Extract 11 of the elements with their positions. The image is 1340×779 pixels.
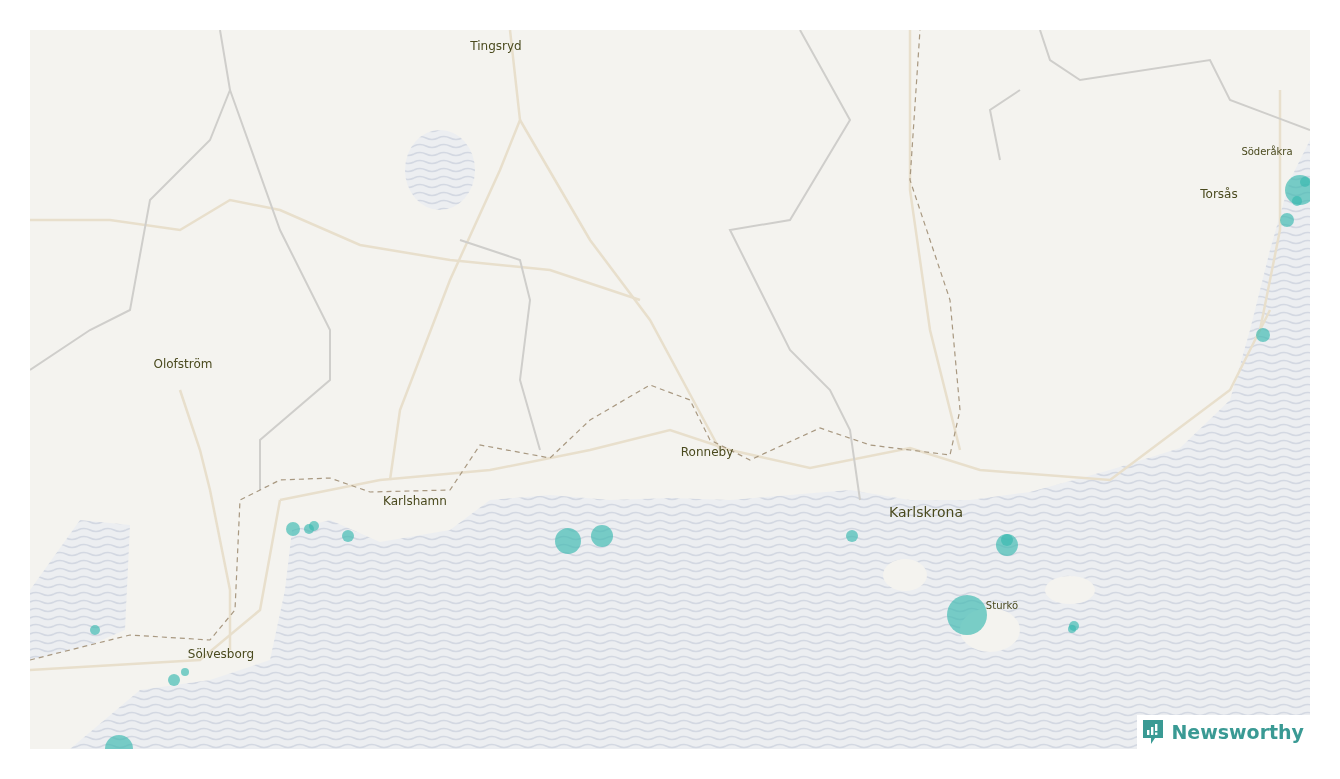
place-label: Karlshamn <box>383 494 447 508</box>
place-label: Olofström <box>153 357 213 371</box>
place-label: Ronneby <box>680 445 734 459</box>
place-label: Sölvesborg <box>187 647 255 661</box>
place-label: Torsås <box>1200 187 1238 201</box>
place-label: Tingsryd <box>470 39 522 53</box>
chart-bubble-icon <box>1141 718 1166 746</box>
place-label: Sturkö <box>985 599 1019 611</box>
place-label: Karlskrona <box>889 504 963 520</box>
place-label: Söderåkra <box>1241 145 1293 157</box>
brand-name: Newsworthy <box>1171 721 1304 743</box>
